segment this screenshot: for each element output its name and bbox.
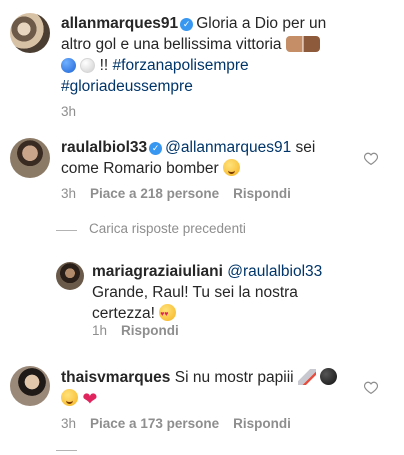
caption-text-1: Gloria a Dio per un: [196, 15, 327, 32]
white-circle-emoji-icon: [80, 58, 96, 73]
post-username[interactable]: allanmarques91: [61, 15, 178, 32]
comment-2-time: 3h: [61, 416, 77, 431]
praying-hands-emoji-icon: [285, 36, 320, 52]
post-time: 3h: [61, 104, 77, 119]
reply-line-1: mariagraziaiuliani @raulalbiol33: [92, 262, 322, 283]
comment-1-reply-button[interactable]: Rispondi: [233, 186, 291, 201]
heart-eyes-emoji-icon: [159, 304, 177, 326]
replies-divider: [56, 230, 77, 231]
avatar-mariagraziaiuliani[interactable]: [56, 262, 84, 290]
reply-meta: 1h Rispondi: [92, 323, 179, 338]
bomb-emoji-icon: [320, 368, 338, 385]
zany-face-emoji-icon: [61, 389, 78, 406]
comment-1-meta: 3h Piace a 218 persone Rispondi: [61, 186, 291, 201]
avatar-thaisvmarques[interactable]: [10, 366, 50, 406]
avatar-raulalbiol33[interactable]: [10, 138, 50, 178]
reply-time: 1h: [92, 323, 108, 338]
load-previous-replies-button[interactable]: Carica risposte precedenti: [89, 221, 246, 236]
zany-face-emoji-icon: [222, 159, 240, 176]
comment-1-line-1: raulalbiol33 ✓ @allanmarques91 sei: [61, 139, 316, 156]
blue-circle-emoji-icon: [61, 58, 76, 73]
red-heart-emoji-icon: ❤: [82, 389, 98, 409]
hashtag-gloriadeussempre[interactable]: #gloriadeussempre: [61, 78, 193, 95]
verified-badge-icon: ✓: [180, 18, 194, 31]
replies-divider-2: [56, 450, 77, 451]
caption-line-2: altro gol e una bellissima vittoria: [61, 35, 320, 56]
hashtag-forzanapolisempre[interactable]: #forzanapolisempre: [113, 57, 249, 74]
verified-badge-icon: ✓: [149, 142, 163, 155]
reply-reply-button[interactable]: Rispondi: [121, 323, 179, 338]
comment-1-line-2: come Romario bomber: [61, 159, 240, 180]
comment-1-likes[interactable]: Piace a 218 persone: [90, 186, 219, 201]
comment-2-username[interactable]: thaisvmarques: [61, 369, 170, 386]
reply-line-3: certezza!: [92, 304, 177, 326]
caption-line-1: allanmarques91 ✓ Gloria a Dio per un: [61, 14, 326, 35]
caption-line-4: #gloriadeussempre: [61, 77, 193, 98]
reply-username[interactable]: mariagraziaiuliani: [92, 263, 223, 280]
comment-2-reply-button[interactable]: Rispondi: [233, 416, 291, 431]
comment-2-line-1: thaisvmarques Si nu mostr papiii: [61, 368, 338, 389]
caption-line-3: !! #forzanapolisempre: [61, 56, 249, 77]
reply-mention[interactable]: @raulalbiol33: [227, 263, 322, 280]
comment-2-meta: 3h Piace a 173 persone Rispondi: [61, 416, 291, 431]
comment-1-mention[interactable]: @allanmarques91: [165, 139, 291, 156]
avatar-allanmarques91[interactable]: [10, 13, 50, 53]
comment-1-username[interactable]: raulalbiol33: [61, 139, 147, 156]
reply-line-2: Grande, Raul! Tu sei la nostra: [92, 284, 298, 301]
like-comment-1-heart-icon[interactable]: [363, 152, 379, 166]
comment-2-line-2: ❤: [61, 389, 97, 410]
caption-text-2: altro gol e una bellissima vittoria: [61, 36, 282, 53]
rocket-emoji-icon: [297, 369, 316, 385]
like-comment-2-heart-icon[interactable]: [363, 381, 379, 395]
comment-2-likes[interactable]: Piace a 173 persone: [90, 416, 219, 431]
comment-1-time: 3h: [61, 186, 77, 201]
